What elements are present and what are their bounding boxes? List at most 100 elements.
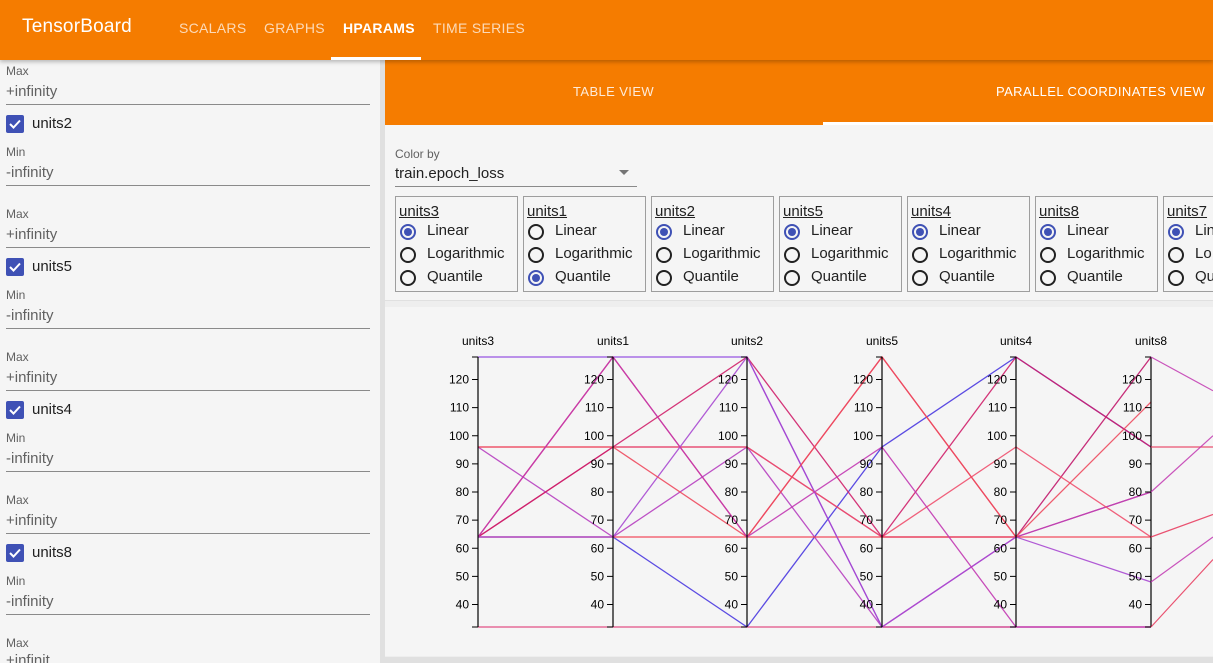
- radio-label: Linear: [683, 222, 725, 239]
- tick-label: 120: [584, 373, 604, 387]
- data-line-10: [478, 355, 1152, 538]
- tick-label: 50: [456, 569, 470, 583]
- units2-label: units2: [32, 115, 73, 132]
- scale-box-title: units1: [527, 203, 568, 220]
- tick-label: 60: [591, 541, 605, 555]
- axis-title-units3: units3: [462, 334, 494, 348]
- tick-label: 70: [591, 513, 605, 527]
- tab-parallel-coordinates-view[interactable]: PARALLEL COORDINATES VIEW: [996, 84, 1205, 99]
- scale-box-units1: units1 Linear Logarithmic Quantile: [523, 196, 646, 292]
- radio-button[interactable]: [528, 247, 544, 263]
- next-card-edge: [385, 657, 1213, 663]
- scale-box-title: units7: [1167, 203, 1208, 220]
- radio-button[interactable]: [400, 247, 416, 263]
- units2-max-input[interactable]: +infinity: [6, 226, 57, 243]
- tick-label: 110: [585, 401, 604, 415]
- scale-box-title: units8: [1039, 203, 1080, 220]
- scale-box-units2: units2 Linear Logarithmic Quantile: [651, 196, 774, 292]
- tick-label: 100: [853, 429, 873, 443]
- radio-button[interactable]: [656, 224, 672, 240]
- units4-min-input[interactable]: -infinity: [6, 450, 54, 467]
- tick-label: 120: [853, 373, 873, 387]
- radio-button[interactable]: [1040, 224, 1056, 240]
- units8-label: units8: [32, 544, 73, 561]
- radio-button[interactable]: [1040, 247, 1056, 263]
- scale-box-units8: units8 Linear Logarithmic Quantile: [1035, 196, 1158, 292]
- radio-button[interactable]: [912, 270, 928, 286]
- radio-label: Quantile: [427, 268, 483, 285]
- radio-button[interactable]: [912, 247, 928, 263]
- units2-min-input[interactable]: -infinity: [6, 164, 54, 181]
- data-line-overflow: [1150, 536, 1213, 583]
- radio-label: Logarithmic: [683, 245, 761, 262]
- checkmark-icon: [9, 119, 21, 129]
- tick-label: 70: [725, 513, 739, 527]
- color-by-select[interactable]: train.epoch_loss: [395, 165, 504, 182]
- tick-label: 120: [449, 373, 469, 387]
- input-underline: [6, 185, 370, 186]
- axis-title-units8: units8: [1135, 334, 1167, 348]
- radio-button[interactable]: [528, 224, 544, 240]
- input-underline: [6, 471, 370, 472]
- radio-button[interactable]: [784, 270, 800, 286]
- dropdown-arrow-icon[interactable]: [619, 170, 629, 175]
- axis-title-units2: units2: [731, 334, 763, 348]
- input-underline: [6, 328, 370, 329]
- radio-label: Linear: [811, 222, 853, 239]
- data-line-overflow: [1150, 356, 1213, 392]
- radio-label: Lo: [1195, 245, 1212, 262]
- radio-button[interactable]: [1168, 224, 1184, 240]
- radio-button[interactable]: [400, 224, 416, 240]
- units2-checkbox[interactable]: [6, 115, 24, 133]
- color-by-label: Color by: [395, 147, 440, 161]
- units8-checkbox[interactable]: [6, 544, 24, 562]
- units4-checkbox[interactable]: [6, 401, 24, 419]
- tick-label: 80: [456, 485, 470, 499]
- radio-button[interactable]: [656, 270, 672, 286]
- tab-hparams[interactable]: HPARAMS: [343, 20, 415, 36]
- parallel-coordinates-plot[interactable]: units3 40 50 60 70 80 90 100 110 120 units1 40 50 60 7…: [385, 307, 1213, 656]
- max-input[interactable]: +infinity: [6, 83, 57, 100]
- tick-label: 40: [1129, 598, 1143, 612]
- tick-label: 80: [1129, 485, 1143, 499]
- radio-button[interactable]: [784, 247, 800, 263]
- units5-checkbox[interactable]: [6, 258, 24, 276]
- units8-min-input[interactable]: -infinity: [6, 593, 54, 610]
- tab-scalars[interactable]: SCALARS: [179, 20, 246, 36]
- tab-time-series[interactable]: TIME SERIES: [433, 20, 525, 36]
- tick-label: 40: [591, 598, 605, 612]
- radio-button[interactable]: [656, 247, 672, 263]
- radio-label: Logarithmic: [427, 245, 505, 262]
- radio-button[interactable]: [784, 224, 800, 240]
- tick-label: 70: [456, 513, 470, 527]
- radio-button[interactable]: [1040, 270, 1056, 286]
- tab-graphs[interactable]: GRAPHS: [264, 20, 325, 36]
- units5-min-input[interactable]: -infinity: [6, 307, 54, 324]
- units5-max-input[interactable]: +infinity: [6, 369, 57, 386]
- radio-button[interactable]: [528, 270, 544, 286]
- tick-label: 70: [1129, 513, 1143, 527]
- max-label: Max: [6, 207, 29, 221]
- tick-label: 50: [1129, 569, 1143, 583]
- scale-box-title: units5: [783, 203, 824, 220]
- tick-label: 80: [725, 485, 739, 499]
- active-tab-indicator: [331, 57, 421, 60]
- radio-button[interactable]: [400, 270, 416, 286]
- tab-table-view[interactable]: TABLE VIEW: [573, 84, 654, 99]
- checkmark-icon: [9, 405, 21, 415]
- tick-label: 120: [1122, 373, 1142, 387]
- tick-label: 90: [725, 457, 739, 471]
- units8-max-input[interactable]: +infinit: [6, 652, 50, 663]
- tick-label: 90: [456, 457, 470, 471]
- units5-label: units5: [32, 258, 73, 275]
- units4-max-input[interactable]: +infinity: [6, 512, 57, 529]
- tick-label: 50: [860, 569, 874, 583]
- radio-button[interactable]: [912, 224, 928, 240]
- max-label: Max: [6, 64, 29, 78]
- view-tabs: TABLE VIEW PARALLEL COORDINATES VIEW: [385, 60, 1213, 125]
- radio-label: Linear: [1067, 222, 1109, 239]
- app-brand[interactable]: TensorBoard: [22, 16, 132, 38]
- radio-button[interactable]: [1168, 270, 1184, 286]
- radio-label: Logarithmic: [811, 245, 889, 262]
- radio-button[interactable]: [1168, 247, 1184, 263]
